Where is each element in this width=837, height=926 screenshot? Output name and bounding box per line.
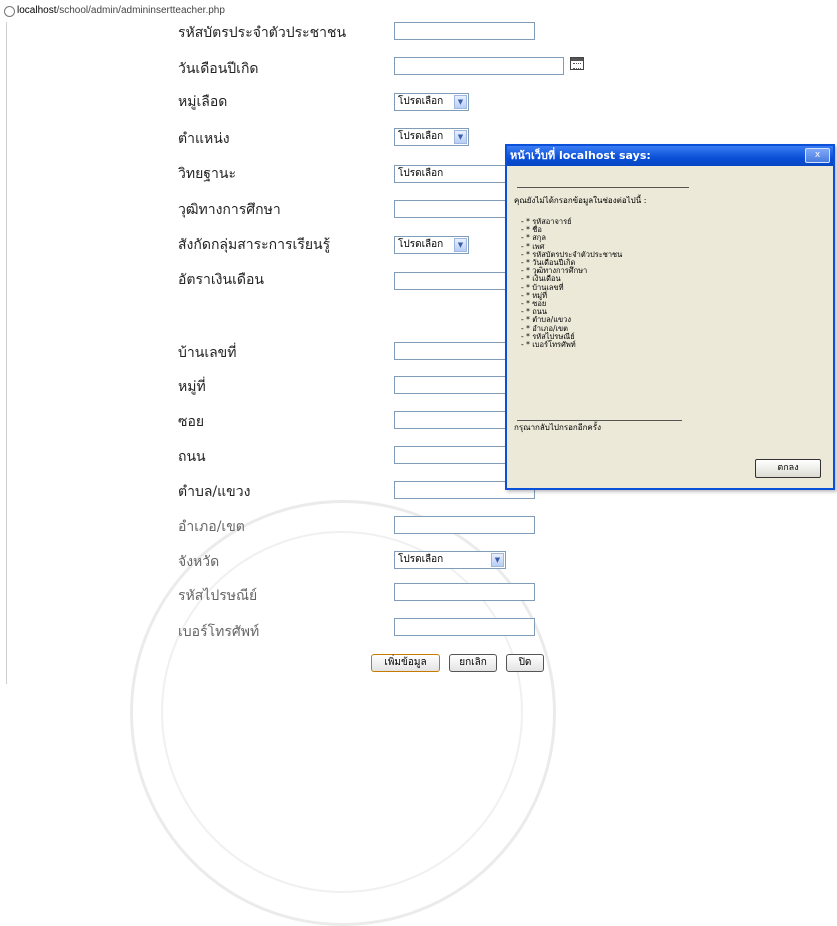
label-soi: ซอย (178, 411, 204, 433)
url-text: localhost/school/admin/admininsertteache… (17, 0, 225, 22)
close-button[interactable]: ปิด (506, 654, 544, 672)
dialog-footer-text: กรุณากลับไปกรอกอีกครั้ง (514, 423, 601, 433)
alert-dialog: หน้าเว็บที่ localhost says: x คุณยังไม่ไ… (505, 144, 835, 490)
ok-button[interactable]: ตกลง (755, 459, 821, 478)
chevron-down-icon: ▼ (454, 130, 467, 144)
cancel-button[interactable]: ยกเลิก (449, 654, 497, 672)
label-learning-group: สังกัดกลุ่มสาระการเรียนรู้ (178, 234, 330, 256)
blood-group-select[interactable]: โปรดเลือก▼ (394, 93, 469, 111)
phone-input[interactable] (394, 618, 535, 636)
dialog-message: คุณยังไม่ได้กรอกข้อมูลในช่องต่อไปนี้ : (514, 196, 646, 206)
label-education: วุฒิทางการศึกษา (178, 199, 281, 221)
chevron-down-icon: ▼ (454, 238, 467, 252)
birthdate-input[interactable] (394, 57, 564, 75)
dialog-titlebar[interactable]: หน้าเว็บที่ localhost says: x (507, 146, 833, 166)
label-district: อำเภอ/เขต (178, 516, 245, 538)
missing-fields-list: - * รหัสอาจารย์ - * ชื่อ - * สกุล - * เพ… (521, 218, 622, 349)
label-citizen-id: รหัสบัตรประจำตัวประชาชน (178, 22, 346, 44)
calendar-icon[interactable] (570, 57, 584, 70)
academic-standing-select[interactable]: โปรดเลือก (394, 165, 514, 183)
dialog-title: หน้าเว็บที่ localhost says: (510, 148, 651, 164)
label-house-number: บ้านเลขที่ (178, 342, 236, 364)
close-icon[interactable]: x (805, 148, 830, 163)
address-bar[interactable]: localhost/school/admin/admininsertteache… (0, 0, 837, 22)
chevron-down-icon: ▼ (454, 95, 467, 109)
list-item: - * เบอร์โทรศัพท์ (521, 341, 622, 349)
label-salary: อัตราเงินเดือน (178, 269, 264, 291)
label-blood-group: หมู่เลือด (178, 91, 227, 113)
label-position: ตำแหน่ง (178, 128, 230, 150)
province-select[interactable]: โปรดเลือก▼ (394, 551, 506, 569)
postal-code-input[interactable] (394, 583, 535, 601)
label-road: ถนน (178, 446, 206, 468)
label-academic-standing: วิทยฐานะ (178, 163, 236, 185)
label-subdistrict: ตำบล/แขวง (178, 481, 250, 503)
label-province: จังหวัด (178, 551, 219, 573)
citizen-id-input[interactable] (394, 22, 535, 40)
divider (517, 420, 682, 421)
add-button[interactable]: เพิ่มข้อมูล (371, 654, 440, 672)
learning-group-select[interactable]: โปรดเลือก▼ (394, 236, 469, 254)
district-input[interactable] (394, 516, 535, 534)
globe-icon (4, 6, 15, 17)
chevron-down-icon: ▼ (491, 553, 504, 567)
page-border (6, 22, 7, 684)
label-village-number: หมู่ที่ (178, 376, 206, 398)
label-birthdate: วันเดือนปีเกิด (178, 58, 259, 80)
divider (517, 187, 689, 188)
label-postal-code: รหัสไปรษณีย์ (178, 585, 257, 607)
position-select[interactable]: โปรดเลือก▼ (394, 128, 469, 146)
label-phone: เบอร์โทรศัพท์ (178, 621, 259, 643)
